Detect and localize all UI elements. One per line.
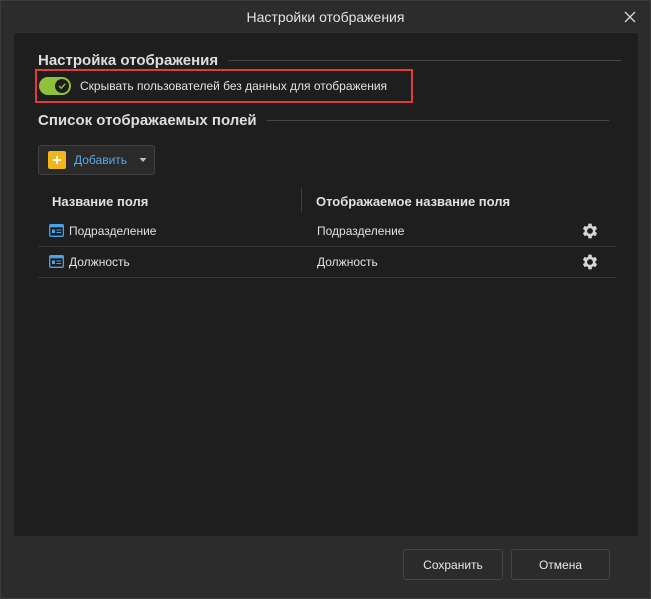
field-card-icon <box>49 224 64 237</box>
table-row[interactable]: Подразделение Подразделение <box>38 216 616 247</box>
field-name: Должность <box>69 255 130 269</box>
column-header-display-name[interactable]: Отображаемое название поля <box>316 194 510 209</box>
column-header-field-name[interactable]: Название поля <box>52 194 148 209</box>
table-header: Название поля Отображаемое название поля <box>38 186 616 216</box>
column-divider[interactable] <box>301 188 302 212</box>
field-name: Подразделение <box>69 224 157 238</box>
field-display-name: Должность <box>317 255 378 269</box>
hide-empty-users-setting: Скрывать пользователей без данных для от… <box>39 77 387 95</box>
field-card-icon <box>49 255 64 268</box>
section-divider <box>266 120 609 121</box>
gear-icon[interactable] <box>580 252 600 272</box>
title-bar: Настройки отображения <box>1 1 650 32</box>
close-icon <box>624 11 636 23</box>
gear-icon[interactable] <box>580 221 600 241</box>
fields-table: Название поля Отображаемое название поля… <box>38 186 616 278</box>
fields-list-title: Список отображаемых полей <box>38 112 257 129</box>
add-button-label: Добавить <box>74 153 128 167</box>
fields-list-header: Список отображаемых полей <box>38 112 609 129</box>
checkmark-icon <box>58 83 66 90</box>
close-button[interactable] <box>620 7 640 27</box>
window-title: Настройки отображения <box>246 8 405 25</box>
add-field-button[interactable]: Добавить <box>38 145 155 175</box>
hide-empty-users-label[interactable]: Скрывать пользователей без данных для от… <box>80 79 387 93</box>
table-row[interactable]: Должность Должность <box>38 247 616 278</box>
plus-icon <box>48 151 66 169</box>
save-button[interactable]: Сохранить <box>403 549 503 580</box>
display-settings-header: Настройка отображения <box>38 52 622 69</box>
toggle-knob <box>55 79 69 93</box>
dialog-content: Настройка отображения Скрывать пользоват… <box>13 32 639 537</box>
chevron-down-icon <box>139 158 147 162</box>
display-settings-title: Настройка отображения <box>38 52 219 69</box>
settings-dialog: Настройки отображения Настройка отображе… <box>0 0 651 599</box>
section-divider <box>228 60 622 61</box>
field-display-name: Подразделение <box>317 224 405 238</box>
cancel-button[interactable]: Отмена <box>511 549 610 580</box>
hide-empty-users-toggle[interactable] <box>39 77 71 95</box>
